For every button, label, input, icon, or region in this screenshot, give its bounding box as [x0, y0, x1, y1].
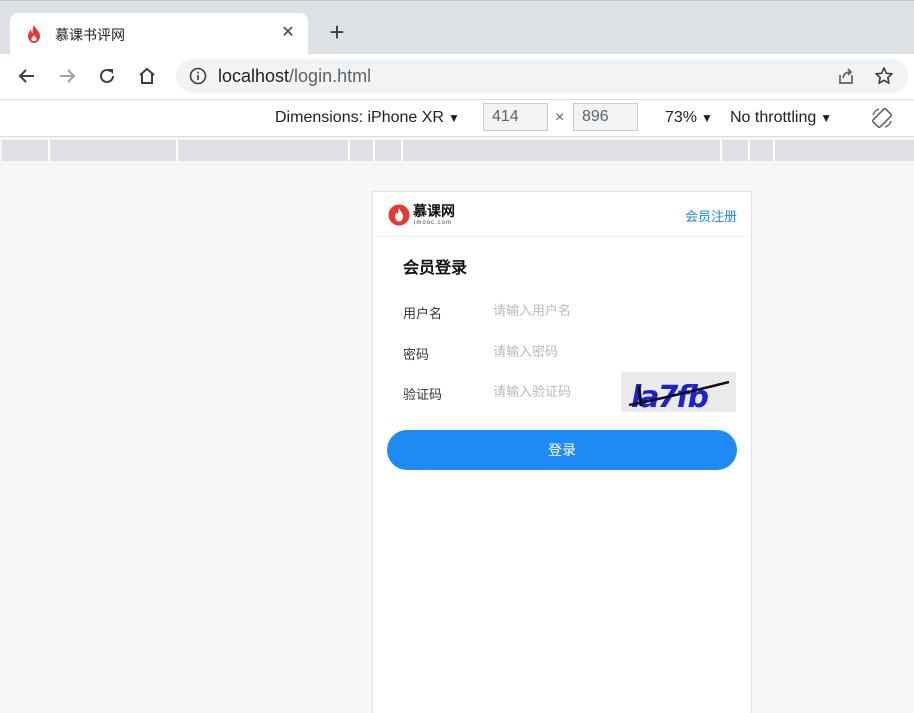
height-input[interactable]: 896 [573, 103, 638, 131]
arrow-left-icon [18, 69, 34, 83]
media-query-divider [748, 140, 750, 161]
username-input[interactable] [489, 299, 617, 323]
zoom-dropdown[interactable]: 73% ▼ [665, 109, 713, 127]
browser-tab[interactable]: 慕课书评网 ✕ [10, 13, 308, 55]
back-button[interactable] [12, 61, 42, 91]
throttling-dropdown[interactable]: No throttling ▼ [730, 109, 832, 127]
media-query-divider [176, 140, 178, 161]
address-bar[interactable]: localhost/login.html [176, 59, 908, 93]
captcha-image[interactable]: la7fb [621, 372, 736, 415]
dimensions-dropdown[interactable]: Dimensions: iPhone XR ▼ [275, 109, 460, 127]
share-icon[interactable] [836, 66, 856, 86]
throttling-label: No throttling [730, 109, 817, 126]
browser-tab-strip: 慕课书评网 ✕ + [0, 0, 914, 55]
login-button[interactable]: 登录 [387, 430, 737, 470]
times-sign: × [555, 109, 565, 126]
reload-button[interactable] [92, 61, 122, 91]
logo-text: 慕课网 [413, 204, 455, 220]
imooc-logo-icon[interactable] [388, 204, 410, 226]
star-icon[interactable] [874, 66, 894, 86]
caret-down-icon: ▼ [701, 111, 713, 125]
device-toolbar: Dimensions: iPhone XR ▼ 414 × 896 73% ▼ No… [0, 100, 914, 137]
password-label: 密码 [403, 348, 430, 363]
caret-down-icon: ▼ [447, 111, 460, 125]
logo-subtext: imooc.com [414, 220, 453, 226]
captcha-art: la7fb [621, 372, 736, 415]
site-header: 慕课网 imooc.com 会员注册 [373, 192, 751, 237]
media-query-divider [348, 140, 350, 161]
device-viewport: 慕课网 imooc.com 会员注册 会员登录 用户名 密码 验证码 la7fb… [372, 191, 752, 713]
width-input[interactable]: 414 [483, 103, 548, 131]
caret-down-icon: ▼ [820, 111, 833, 125]
rotate-icon[interactable] [871, 107, 893, 129]
home-icon [139, 67, 155, 84]
arrow-right-icon [60, 69, 76, 83]
tab-title: 慕课书评网 [55, 28, 125, 44]
dimensions-label: Dimensions: iPhone XR [275, 109, 444, 126]
flame-favicon-icon [27, 25, 41, 43]
reload-icon [100, 68, 114, 83]
captcha-label: 验证码 [403, 388, 443, 403]
info-icon[interactable] [189, 67, 207, 85]
media-query-divider [773, 140, 775, 161]
home-button[interactable] [132, 61, 162, 91]
username-label: 用户名 [403, 307, 443, 322]
media-query-divider [48, 140, 50, 161]
forward-button[interactable] [52, 61, 82, 91]
new-tab-button[interactable]: + [324, 19, 350, 47]
close-icon[interactable]: ✕ [278, 23, 298, 43]
register-link[interactable]: 会员注册 [685, 206, 737, 225]
browser-toolbar: localhost/login.html [0, 54, 914, 100]
captcha-input[interactable] [489, 380, 617, 404]
form-title: 会员登录 [403, 258, 468, 277]
password-input[interactable] [489, 340, 617, 364]
url-text[interactable]: localhost/login.html [218, 66, 371, 87]
media-query-divider [373, 140, 375, 161]
url-path: /login.html [289, 66, 372, 86]
zoom-label: 73% [665, 109, 698, 126]
media-query-divider [401, 140, 403, 161]
media-query-bar[interactable] [2, 140, 914, 161]
media-query-divider [720, 140, 722, 161]
url-host: localhost [218, 66, 290, 86]
